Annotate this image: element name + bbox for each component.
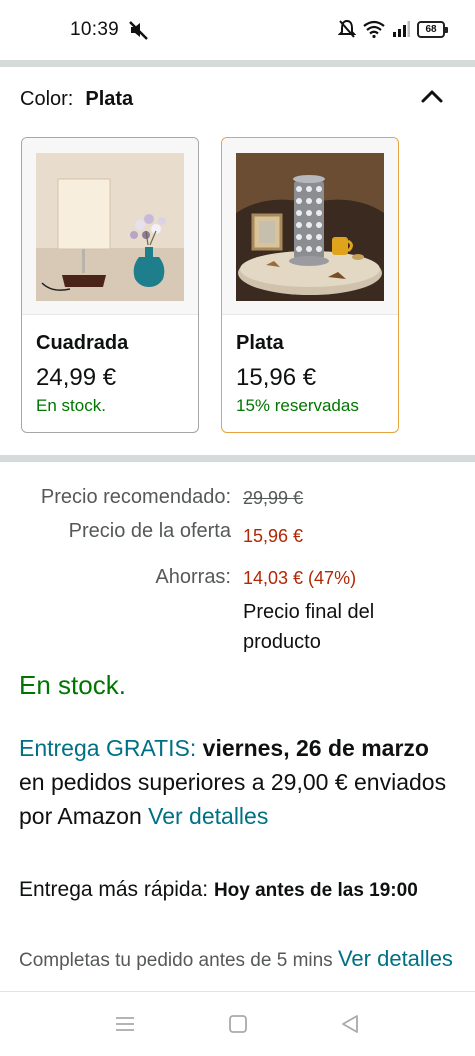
variant-availability: 15% reservadas <box>236 396 359 415</box>
savings-row: Ahorras: 14,03 € (47%) <box>0 566 475 596</box>
savings-value: 14,03 € (47%) <box>243 568 357 588</box>
status-icons: 68 <box>338 19 448 39</box>
fast-delivery-info: Entrega más rápida: Hoy antes de las 19:… <box>19 873 449 908</box>
battery-icon: 68 <box>417 20 448 38</box>
deal-price-label: Precio de la oferta <box>68 520 231 542</box>
variant-availability: En stock. <box>36 396 106 415</box>
order-within-info: Completas tu pedido antes de 5 mins Ver … <box>19 942 459 990</box>
recommended-price-value: 29,99 € <box>243 488 304 508</box>
recommended-price-row: Precio recomendado: 29,99 € <box>0 486 475 516</box>
selected-color-value: Plata <box>85 88 134 110</box>
color-selector-header[interactable]: Color: Plata <box>20 88 133 111</box>
variant-image-area <box>22 138 198 315</box>
menu-icon[interactable] <box>113 1012 137 1036</box>
savings-label: Ahorras: <box>155 566 231 588</box>
order-within-details-link[interactable]: Ver detalles <box>338 946 453 971</box>
crystal-lamp-image <box>236 153 384 301</box>
free-delivery-label[interactable]: Entrega GRATIS: <box>19 735 196 761</box>
section-divider <box>0 455 475 462</box>
wifi-icon <box>363 20 385 38</box>
variant-image-area <box>222 138 398 315</box>
variant-name: Cuadrada <box>36 332 129 354</box>
battery-level: 68 <box>425 23 437 35</box>
variant-price: 15,96 € <box>236 364 317 391</box>
recommended-price-label: Precio recomendado: <box>40 486 231 508</box>
fast-delivery-label: Entrega más rápida: <box>19 878 214 901</box>
delivery-date: viernes, 26 de marzo <box>202 735 429 761</box>
color-label: Color: <box>20 88 74 110</box>
variant-option-cuadrada[interactable]: Cuadrada 24,99 € En stock. <box>21 137 199 433</box>
variant-price: 24,99 € <box>36 364 117 391</box>
home-icon[interactable] <box>226 1012 250 1036</box>
silent-bell-icon <box>338 19 356 38</box>
variant-option-plata[interactable]: Plata 15,96 € 15% reservadas <box>221 137 399 433</box>
status-bar: 10:39 68 <box>0 0 475 60</box>
signal-icon <box>393 21 410 37</box>
final-price-note: Precio final del producto <box>243 601 375 653</box>
status-time: 10:39 <box>70 19 120 40</box>
section-divider <box>0 60 475 67</box>
delivery-details-link[interactable]: Ver detalles <box>148 803 268 829</box>
back-icon[interactable] <box>338 1012 362 1036</box>
delivery-info: Entrega GRATIS: viernes, 26 de marzo en … <box>19 731 449 833</box>
deal-price-value: 15,96 € <box>243 526 304 546</box>
chevron-up-icon[interactable] <box>419 86 445 106</box>
variant-name: Plata <box>236 332 284 354</box>
deal-price-row: Precio de la oferta 15,96 € <box>0 520 475 550</box>
fast-delivery-time: Hoy antes de las 19:00 <box>213 880 418 901</box>
square-lamp-image <box>36 153 184 301</box>
order-within-text: Completas tu pedido antes de 5 mins <box>19 950 338 971</box>
system-nav-bar <box>0 991 475 1056</box>
stock-status: En stock. <box>19 670 126 700</box>
mute-icon <box>129 21 148 40</box>
